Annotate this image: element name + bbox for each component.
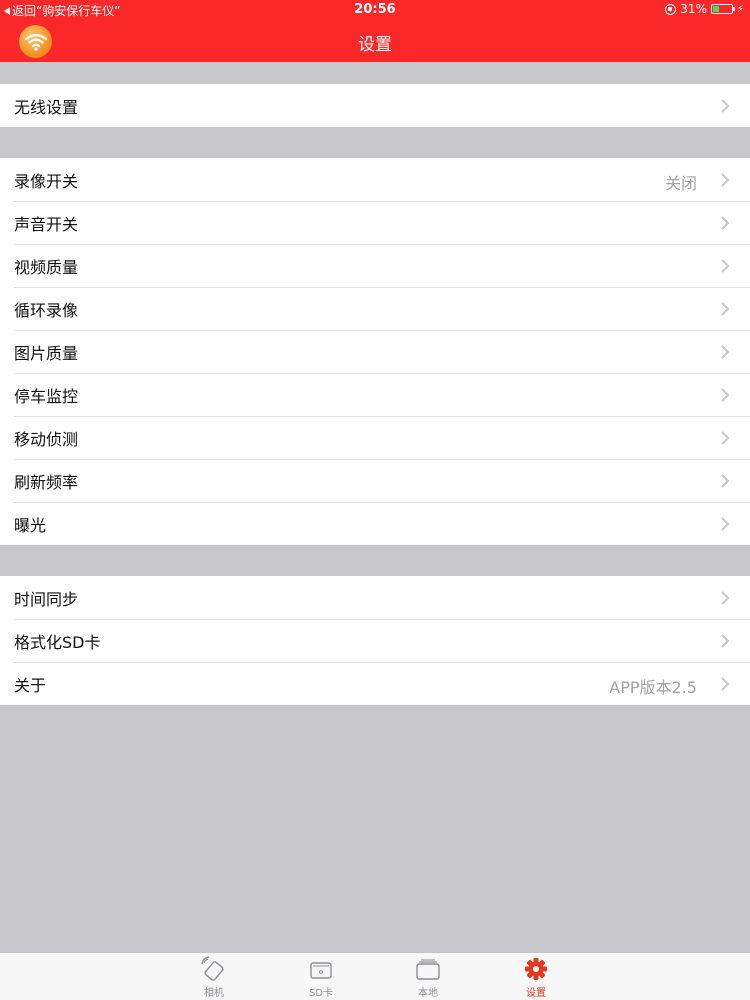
chevron-right-icon <box>721 431 730 445</box>
tab-label: 相机 <box>204 988 224 999</box>
settings-row-recording-switch[interactable]: 录像开关 关闭 <box>0 158 750 201</box>
rotation-lock-icon <box>665 3 677 15</box>
navigation-bar: 返回“驹安保行车仪” 20:56 31% ⚡ 设置 <box>0 0 750 62</box>
chevron-right-icon <box>721 216 730 230</box>
row-label: 格式化SD卡 <box>14 632 101 652</box>
row-label: 录像开关 <box>14 171 79 191</box>
settings-row-photo-quality[interactable]: 图片质量 <box>0 330 750 373</box>
tab-settings[interactable]: 设置 <box>506 956 566 999</box>
status-time: 20:56 <box>354 2 396 17</box>
settings-row-time-sync[interactable]: 时间同步 <box>0 576 750 619</box>
tab-camera[interactable]: 相机 <box>184 956 244 999</box>
row-label: 曝光 <box>14 515 47 535</box>
row-label: 无线设置 <box>14 97 79 117</box>
tab-sd-card[interactable]: SD卡 <box>291 956 351 999</box>
settings-row-motion-detection[interactable]: 移动侦测 <box>0 416 750 459</box>
settings-row-about[interactable]: 关于 APP版本2.5 <box>0 662 750 705</box>
chevron-right-icon <box>721 388 730 402</box>
row-label: 声音开关 <box>14 214 79 234</box>
settings-row-format-sd[interactable]: 格式化SD卡 <box>0 619 750 662</box>
row-label: 视频质量 <box>14 257 79 277</box>
row-label: 停车监控 <box>14 386 79 406</box>
row-label: 循环录像 <box>14 300 79 320</box>
chevron-right-icon <box>721 634 730 648</box>
chevron-right-icon <box>721 259 730 273</box>
settings-row-wireless[interactable]: 无线设置 <box>0 84 750 127</box>
chevron-right-icon <box>721 517 730 531</box>
row-label: 刷新频率 <box>14 472 79 492</box>
battery-percent: 31% <box>680 2 707 16</box>
tab-label: 本地 <box>418 988 438 999</box>
chevron-right-icon <box>721 591 730 605</box>
row-label: 图片质量 <box>14 343 79 363</box>
row-label: 移动侦测 <box>14 429 79 449</box>
sd-card-icon <box>310 962 332 979</box>
chevron-right-icon <box>721 302 730 316</box>
chevron-right-icon <box>721 99 730 113</box>
charging-icon: ⚡ <box>736 3 744 15</box>
chevron-right-icon <box>721 173 730 187</box>
camera-icon <box>201 956 224 981</box>
settings-row-exposure[interactable]: 曝光 <box>0 502 750 545</box>
status-right: 31% ⚡ <box>665 2 744 16</box>
settings-group-system: 时间同步 格式化SD卡 关于 APP版本2.5 <box>0 576 750 705</box>
app-version-label: APP版本2.5 <box>609 678 697 697</box>
settings-row-video-quality[interactable]: 视频质量 <box>0 244 750 287</box>
settings-group-recording: 录像开关 关闭 声音开关 视频质量 循环录像 图片质量 停车监控 移动侦测 刷新… <box>0 158 750 545</box>
chevron-right-icon <box>721 345 730 359</box>
row-label: 时间同步 <box>14 589 79 609</box>
settings-row-loop-recording[interactable]: 循环录像 <box>0 287 750 330</box>
settings-row-parking-monitor[interactable]: 停车监控 <box>0 373 750 416</box>
chevron-right-icon <box>721 474 730 488</box>
tab-label: 设置 <box>526 988 546 999</box>
tab-local[interactable]: 本地 <box>398 956 458 999</box>
folder-icon <box>416 959 440 980</box>
tab-label: SD卡 <box>308 988 334 999</box>
row-detail: 关闭 <box>664 174 697 193</box>
row-label: 关于 <box>14 675 47 695</box>
status-bar: 返回“驹安保行车仪” 20:56 31% ⚡ <box>0 0 750 20</box>
gear-icon <box>525 958 547 980</box>
page-title: 设置 <box>358 35 392 55</box>
settings-row-refresh-rate[interactable]: 刷新频率 <box>0 459 750 502</box>
chevron-right-icon <box>721 677 730 691</box>
tab-bar: 相机 SD卡 本地 设置 <box>0 952 750 1000</box>
settings-group-wireless: 无线设置 <box>0 84 750 127</box>
battery-icon <box>710 4 735 14</box>
settings-row-sound-switch[interactable]: 声音开关 <box>0 201 750 244</box>
